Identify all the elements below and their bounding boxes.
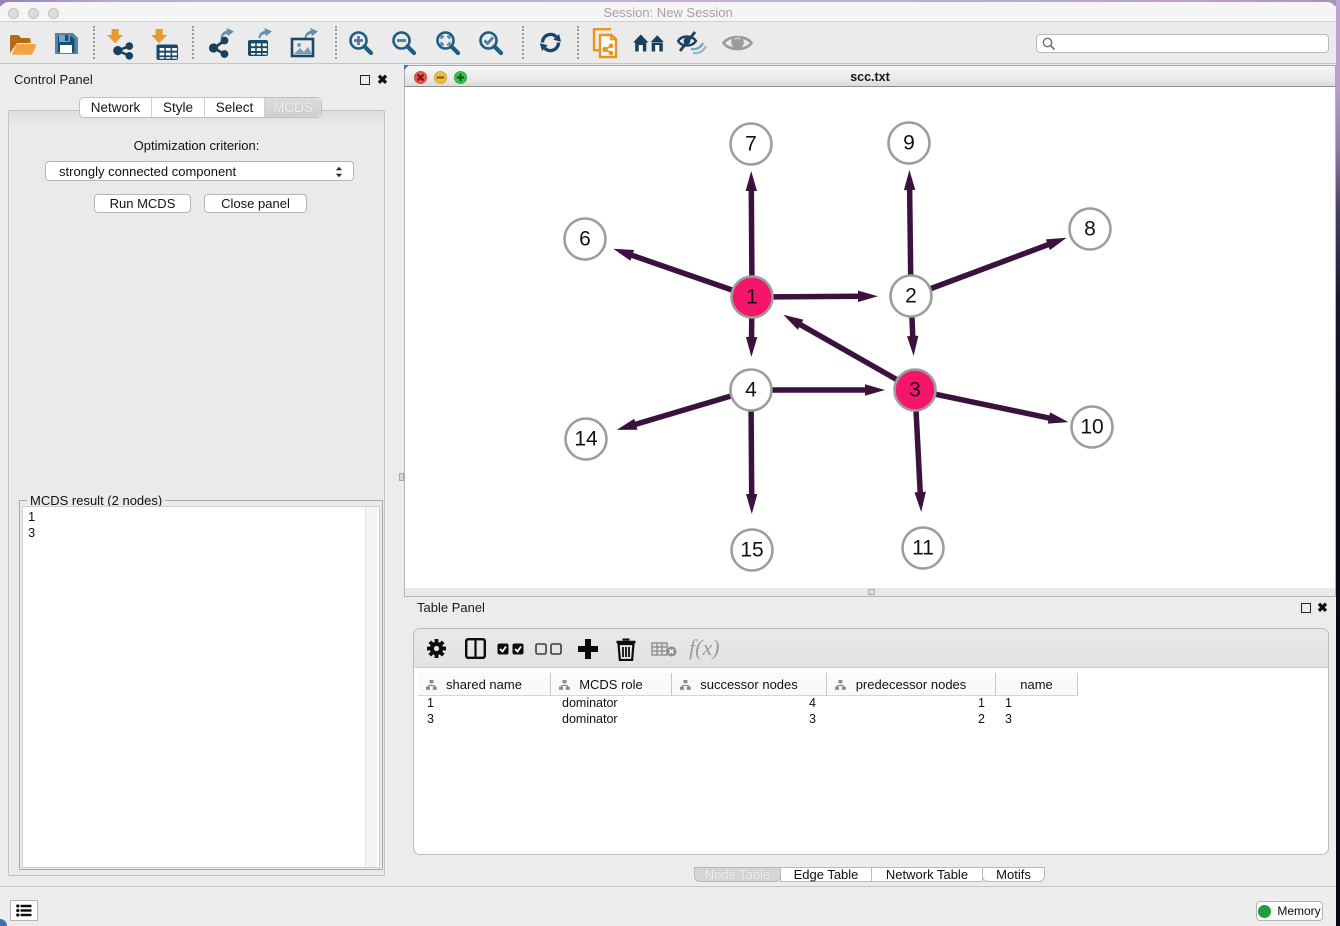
- svg-text:11: 11: [912, 537, 934, 560]
- svg-text:4: 4: [745, 379, 757, 402]
- svg-text:7: 7: [745, 133, 757, 156]
- svg-text:10: 10: [1080, 416, 1103, 439]
- svg-text:3: 3: [909, 379, 921, 402]
- svg-text:6: 6: [579, 228, 591, 251]
- svg-text:9: 9: [903, 132, 915, 155]
- svg-text:14: 14: [574, 428, 598, 451]
- svg-text:15: 15: [740, 539, 763, 562]
- svg-text:2: 2: [905, 285, 917, 308]
- svg-text:1: 1: [746, 286, 758, 309]
- svg-text:8: 8: [1084, 218, 1096, 241]
